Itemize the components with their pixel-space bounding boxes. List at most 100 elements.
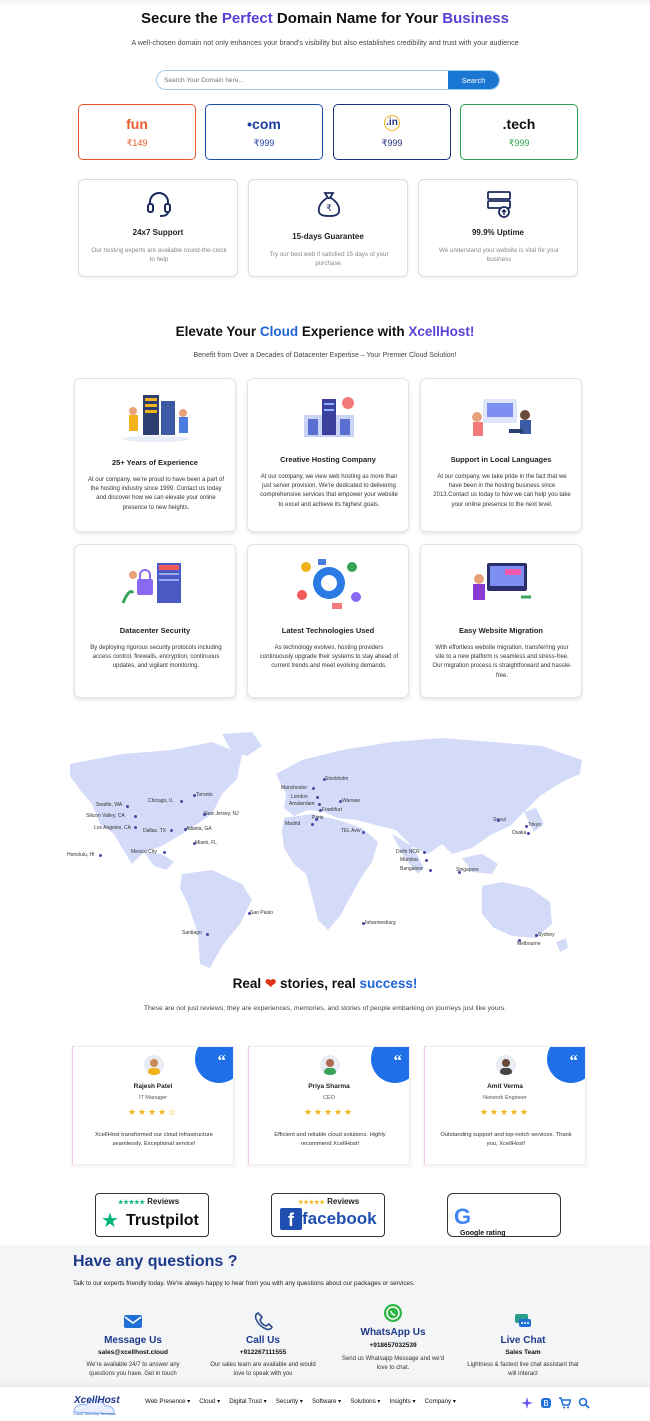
contact-title: Call Us [246, 1335, 280, 1346]
contact-value[interactable]: sales@xcellhost.cloud [71, 1349, 195, 1356]
avatar [496, 1055, 516, 1075]
contact-title: WhatsApp Us [360, 1327, 426, 1338]
main-menu: Web Presence ▾ Cloud ▾ Digital Trust ▾ S… [145, 1398, 456, 1405]
city-marker [180, 800, 183, 803]
menu-software[interactable]: Software ▾ [312, 1398, 341, 1405]
city-marker [323, 778, 326, 781]
city-label: Madrid [285, 821, 301, 827]
server-uptime-icon [487, 191, 511, 218]
city-label: Miami, FL [195, 840, 217, 846]
search-button[interactable]: Search [448, 71, 499, 89]
facebook-reviews-label: ★★★★★ Reviews [298, 1197, 360, 1206]
reviewer-role: CEO [323, 1095, 335, 1101]
logo-text: XcellHost [74, 1395, 120, 1406]
avatar [144, 1055, 164, 1075]
city-label: Sao Paulo [250, 910, 274, 916]
menu-insights[interactable]: Insights ▾ [390, 1398, 416, 1405]
hero-title: Secure the Perfect Domain Name for Your … [141, 10, 509, 27]
city-marker [315, 818, 318, 821]
city-marker [458, 871, 461, 874]
city-marker [339, 800, 342, 803]
city-marker [316, 796, 319, 799]
card-creative: Creative Hosting Company At our company,… [247, 378, 409, 532]
facebook-icon: f [280, 1208, 302, 1230]
menu-company[interactable]: Company ▾ [425, 1398, 456, 1405]
blog-icon[interactable]: B [540, 1397, 552, 1409]
city-label: Amsterdam [289, 801, 315, 807]
tld-card-com[interactable]: •com ₹999 [205, 104, 323, 160]
faq-title: Have any questions ? [73, 1253, 238, 1270]
contact-desc: Send us Whatsapp Message and we'd love t… [341, 1356, 445, 1371]
search-icon[interactable] [578, 1397, 590, 1409]
menu-cloud[interactable]: Cloud ▾ [199, 1398, 220, 1405]
card-migration: Easy Website Migration With effortless w… [420, 544, 582, 698]
tld-card-tech[interactable]: .tech ₹999 [460, 104, 578, 160]
whatsapp-icon [384, 1304, 402, 1322]
stories-subtitle: These are not just reviews; they are exp… [143, 1005, 507, 1012]
facebook-badge[interactable]: ★★★★★ Reviews f facebook [271, 1193, 385, 1237]
city-marker [319, 809, 322, 812]
review-text: Efficient and reliable cloud solutions. … [274, 1132, 386, 1147]
city-marker [312, 787, 315, 790]
city-label: Honolulu, HI [67, 852, 95, 858]
city-label: Toronto [196, 792, 213, 798]
reviewer-name: Priya Sharma [308, 1083, 350, 1090]
security-illustration-icon [121, 563, 181, 604]
menu-digital-trust[interactable]: Digital Trust ▾ [229, 1398, 267, 1405]
tld-price: ₹999 [381, 138, 403, 148]
card-desc: As technology evolves, hosting providers… [259, 645, 399, 670]
google-rating-badge[interactable]: G Google rating [447, 1193, 561, 1237]
star-rating: ★★★★★ [479, 1107, 531, 1117]
city-label: Stockholm [325, 776, 349, 782]
reviewer-name: Amit Verma [487, 1083, 523, 1090]
elevate-title: Elevate Your Cloud Experience with Xcell… [175, 324, 475, 339]
card-security: Datacenter Security By deploying rigorou… [74, 544, 236, 698]
city-label: Frankfurt [322, 807, 343, 813]
card-title: 25+ Years of Experience [112, 458, 198, 467]
tld-card-fun[interactable]: fun ₹149 [78, 104, 196, 160]
sparkle-icon[interactable] [521, 1397, 533, 1409]
facebook-label: facebook [302, 1209, 377, 1228]
email-icon [124, 1315, 142, 1328]
trustpilot-badge[interactable]: ★★★★★ Reviews ★ Trustpilot [95, 1193, 209, 1237]
menu-security[interactable]: Security ▾ [276, 1398, 303, 1405]
contact-title: Message Us [104, 1335, 162, 1346]
card-desc: By deploying rigorous security protocols… [90, 645, 222, 670]
city-label: TEL Aviv [341, 828, 361, 834]
domain-search-input[interactable] [157, 71, 449, 89]
support-illustration-icon [472, 399, 531, 436]
feature-guarantee: ₹ 15-days Guarantee Try our best web if … [248, 179, 408, 277]
quote-badge [195, 1047, 233, 1083]
city-marker [206, 933, 209, 936]
menu-web-presence[interactable]: Web Presence ▾ [145, 1398, 190, 1405]
quote-badge [547, 1047, 585, 1083]
card-title: Datacenter Security [119, 626, 191, 635]
city-label: Delhi NCR [396, 849, 420, 855]
card-desc: At our company, we're proud to have been… [87, 477, 225, 511]
city-label: Osaka [512, 830, 527, 836]
contact-desc: We're available 24/7 to answer any quest… [86, 1362, 180, 1377]
city-label: Melbourne [517, 941, 541, 947]
page: Secure the Perfect Domain Name for Your … [0, 0, 650, 1421]
city-label: Santiago [182, 930, 202, 936]
feature-title: 99.9% Uptime [471, 228, 525, 237]
city-label: Manchester [281, 785, 308, 791]
review-card: “ Amit Verma Network Engineer ★★★★★ Outs… [424, 1046, 586, 1165]
city-marker [362, 831, 365, 834]
tld-in-logo: .in [334, 115, 450, 131]
cart-icon[interactable] [559, 1397, 571, 1409]
card-technologies: Latest Technologies Used As technology e… [247, 544, 409, 698]
hero-subtitle: A well-chosen domain not only enhances y… [131, 38, 519, 47]
contact-value[interactable]: +918657032539 [331, 1342, 455, 1349]
menu-solutions[interactable]: Solutions ▾ [350, 1398, 380, 1405]
tld-card-in[interactable]: .in ₹999 [333, 104, 451, 160]
contact-value[interactable]: +912267111555 [201, 1349, 325, 1356]
city-label: Atlanta, GA [186, 826, 212, 832]
city-marker [311, 823, 314, 826]
card-desc: With effortless website migration, trans… [432, 645, 572, 679]
city-label: Warsaw [342, 798, 360, 804]
city-marker [497, 819, 500, 822]
review-card: “ Priya Sharma CEO ★★★★★ Efficient and r… [248, 1046, 410, 1165]
money-bag-icon: ₹ [317, 192, 341, 217]
tld-price: ₹149 [126, 138, 148, 148]
